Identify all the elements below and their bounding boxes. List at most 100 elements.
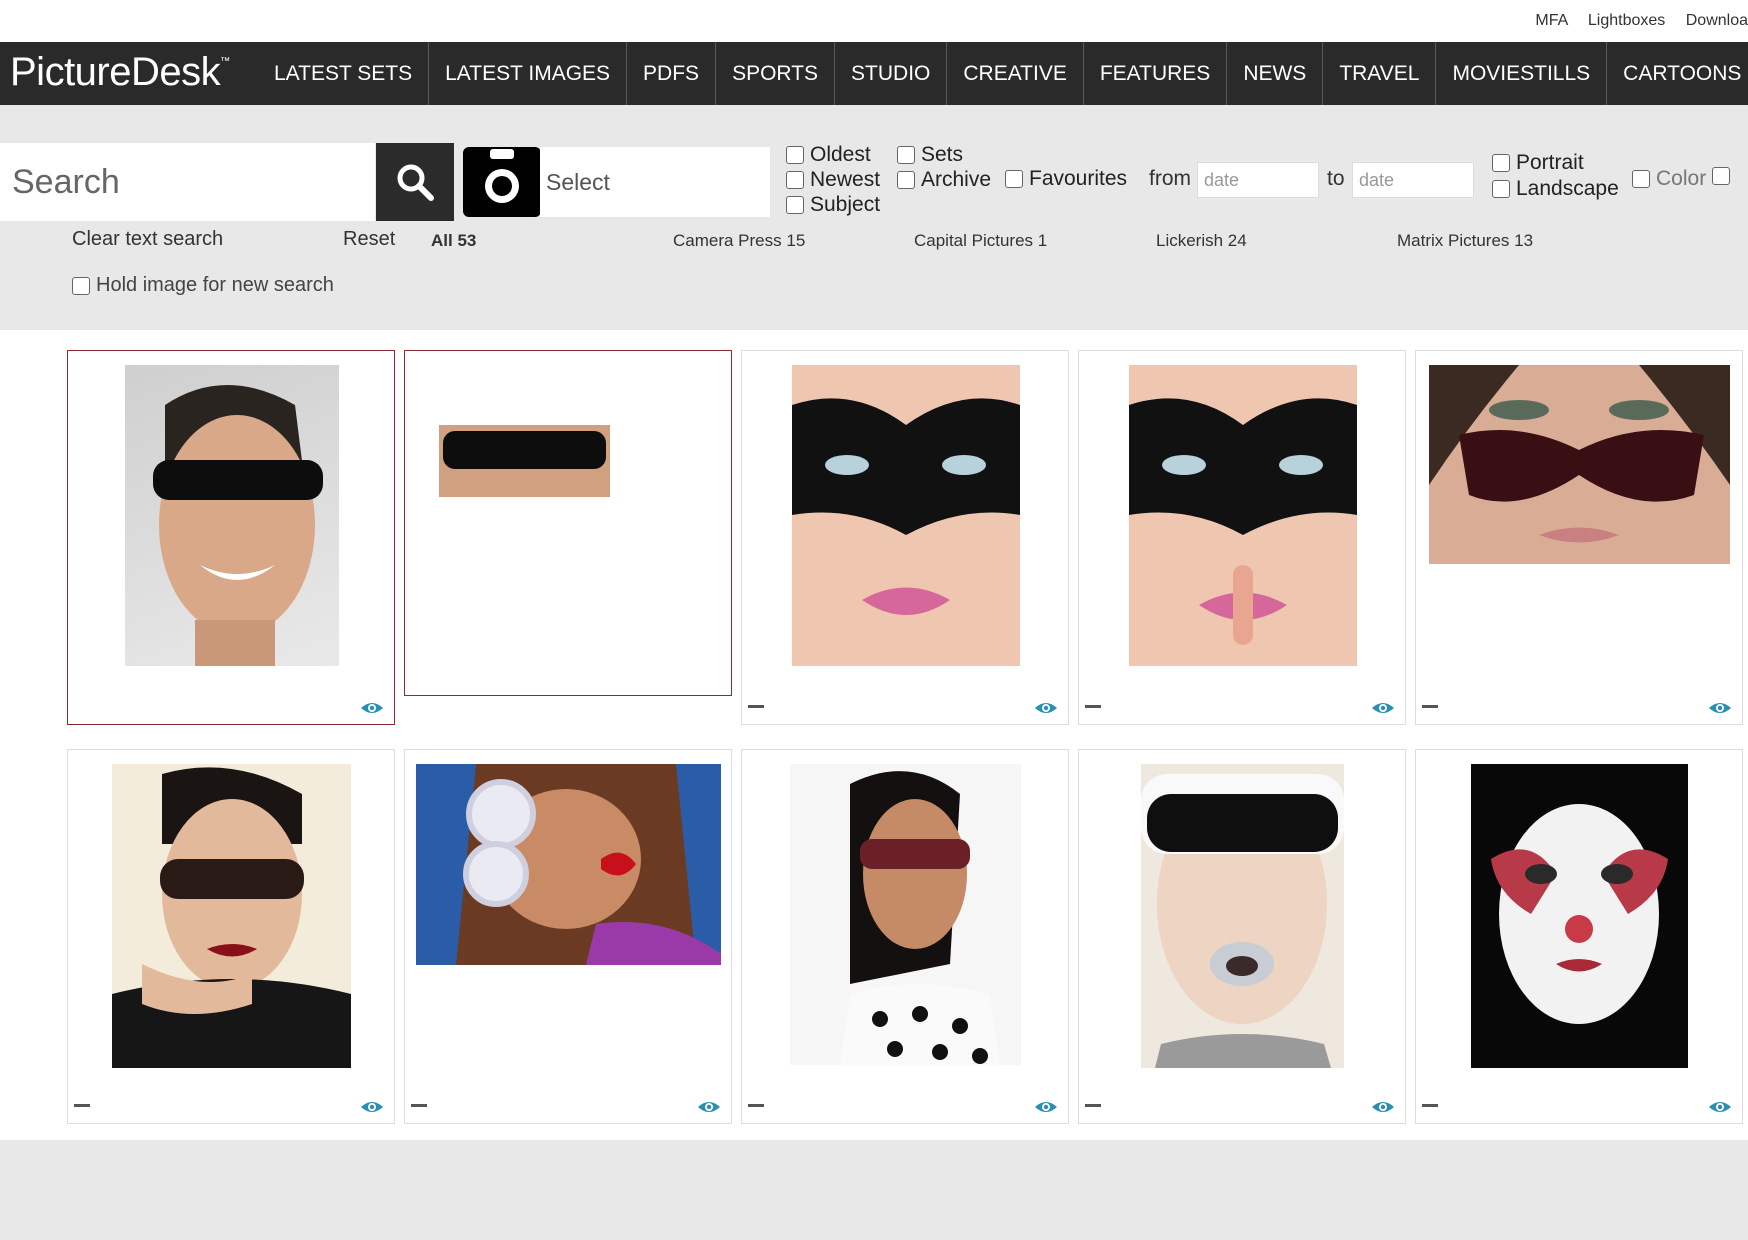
image-card[interactable] [67,350,395,725]
image-card[interactable] [1078,749,1406,1124]
minus-icon[interactable] [1085,705,1101,708]
landscape-box[interactable] [1492,180,1510,198]
masked-woman-photo [792,365,1020,666]
thumbnail[interactable] [112,764,351,1068]
hold-image-checkbox[interactable]: Hold image for new search [72,274,334,297]
preview-eye-icon[interactable] [1708,700,1732,716]
source-all[interactable]: All 53 [431,231,476,251]
search-input[interactable] [0,143,375,221]
favourites-box[interactable] [1005,170,1023,188]
nav-news[interactable]: NEWS [1227,42,1324,105]
newest-box[interactable] [786,171,804,189]
nav-creative[interactable]: CREATIVE [947,42,1084,105]
subject-checkbox[interactable]: Subject [786,193,880,217]
minus-icon[interactable] [411,1104,427,1107]
portrait-box[interactable] [1492,154,1510,172]
image-card[interactable] [404,350,732,696]
thumbnail[interactable] [416,764,721,965]
from-label: from [1149,167,1191,190]
image-card[interactable] [741,350,1069,725]
thumbnail[interactable] [1429,365,1730,564]
color-box[interactable] [1632,170,1650,188]
minus-icon[interactable] [748,1104,764,1107]
nav-cartoons[interactable]: CARTOONS [1607,42,1748,105]
minus-icon[interactable] [74,1104,90,1107]
nav-features[interactable]: FEATURES [1084,42,1228,105]
image-card[interactable] [67,749,395,1124]
preview-eye-icon[interactable] [1708,1099,1732,1115]
hold-image-label: Hold image for new search [96,274,334,296]
woman-polka-dot-photo [790,764,1021,1065]
thumbnail[interactable] [1141,764,1344,1068]
bw-checkbox[interactable] [1712,167,1736,185]
preview-eye-icon[interactable] [1034,700,1058,716]
preview-eye-icon[interactable] [1371,700,1395,716]
minus-icon[interactable] [1085,1104,1101,1107]
woman-white-visor-photo [1141,764,1344,1068]
date-from-input[interactable]: date [1197,162,1319,198]
date-to-input[interactable]: date [1352,162,1474,198]
nav-latest-sets[interactable]: LATEST SETS [258,42,430,105]
source-capital-pictures[interactable]: Capital Pictures 1 [914,231,1047,251]
source-select[interactable]: Select [540,147,770,217]
subject-box[interactable] [786,196,804,214]
search-button[interactable] [376,143,454,221]
oldest-checkbox[interactable]: Oldest [786,143,871,167]
thumbnail[interactable] [1471,764,1688,1068]
preview-eye-icon[interactable] [1371,1099,1395,1115]
thumbnail[interactable] [792,365,1020,666]
hold-image-box[interactable] [72,276,90,295]
oldest-box[interactable] [786,146,804,164]
logo[interactable]: PictureDesk™ [10,50,230,95]
clear-text-search[interactable]: Clear text search [72,228,223,251]
thumbnail[interactable] [439,425,610,497]
image-card[interactable] [1415,350,1743,725]
logo-tm: ™ [220,56,230,67]
thumbnail[interactable] [790,764,1021,1065]
oldest-label: Oldest [810,143,871,166]
nav-studio[interactable]: STUDIO [835,42,948,105]
preview-eye-icon[interactable] [697,1099,721,1115]
preview-eye-icon[interactable] [360,700,384,716]
favourites-label: Favourites [1029,167,1128,190]
lightboxes-link[interactable]: Lightboxes [1588,12,1665,29]
source-lickerish[interactable]: Lickerish 24 [1156,231,1247,251]
minus-icon[interactable] [1422,705,1438,708]
image-card[interactable] [1078,350,1406,725]
clown-face-photo [1471,764,1688,1068]
favourites-checkbox[interactable]: Favourites [1005,167,1127,191]
nav-sports[interactable]: SPORTS [716,42,836,105]
bw-box[interactable] [1712,167,1730,185]
landscape-checkbox[interactable]: Landscape [1492,177,1619,201]
downloads-link[interactable]: Downloa [1686,12,1748,29]
main-nav: PictureDesk™ LATEST SETS LATEST IMAGES P… [0,42,1748,105]
thumbnail[interactable] [125,365,339,666]
preview-eye-icon[interactable] [1034,1099,1058,1115]
minus-icon[interactable] [748,705,764,708]
source-camera-press[interactable]: Camera Press 15 [673,231,805,251]
top-links: MFA Lightboxes Downloa [1519,12,1748,30]
image-card[interactable] [404,749,732,1124]
portrait-checkbox[interactable]: Portrait [1492,151,1584,175]
newest-label: Newest [810,168,881,191]
image-search-button[interactable] [463,147,541,217]
image-card[interactable] [1415,749,1743,1124]
woman-lowering-sunglasses-photo [1429,365,1730,564]
sets-checkbox[interactable]: Sets [897,143,963,167]
archive-checkbox[interactable]: Archive [897,168,991,192]
nav-travel[interactable]: TRAVEL [1323,42,1437,105]
nav-pdfs[interactable]: PDFS [627,42,717,105]
mfa-link[interactable]: MFA [1535,12,1567,29]
preview-eye-icon[interactable] [360,1099,384,1115]
source-matrix-pictures[interactable]: Matrix Pictures 13 [1397,231,1533,251]
newest-checkbox[interactable]: Newest [786,168,880,192]
archive-box[interactable] [897,171,915,189]
sets-box[interactable] [897,146,915,164]
minus-icon[interactable] [1422,1104,1438,1107]
reset-button[interactable]: Reset [343,228,395,251]
thumbnail[interactable] [1129,365,1357,666]
nav-latest-images[interactable]: LATEST IMAGES [429,42,628,105]
color-checkbox[interactable]: Color [1632,167,1706,191]
image-card[interactable] [741,749,1069,1124]
nav-moviestills[interactable]: MOVIESTILLS [1436,42,1608,105]
